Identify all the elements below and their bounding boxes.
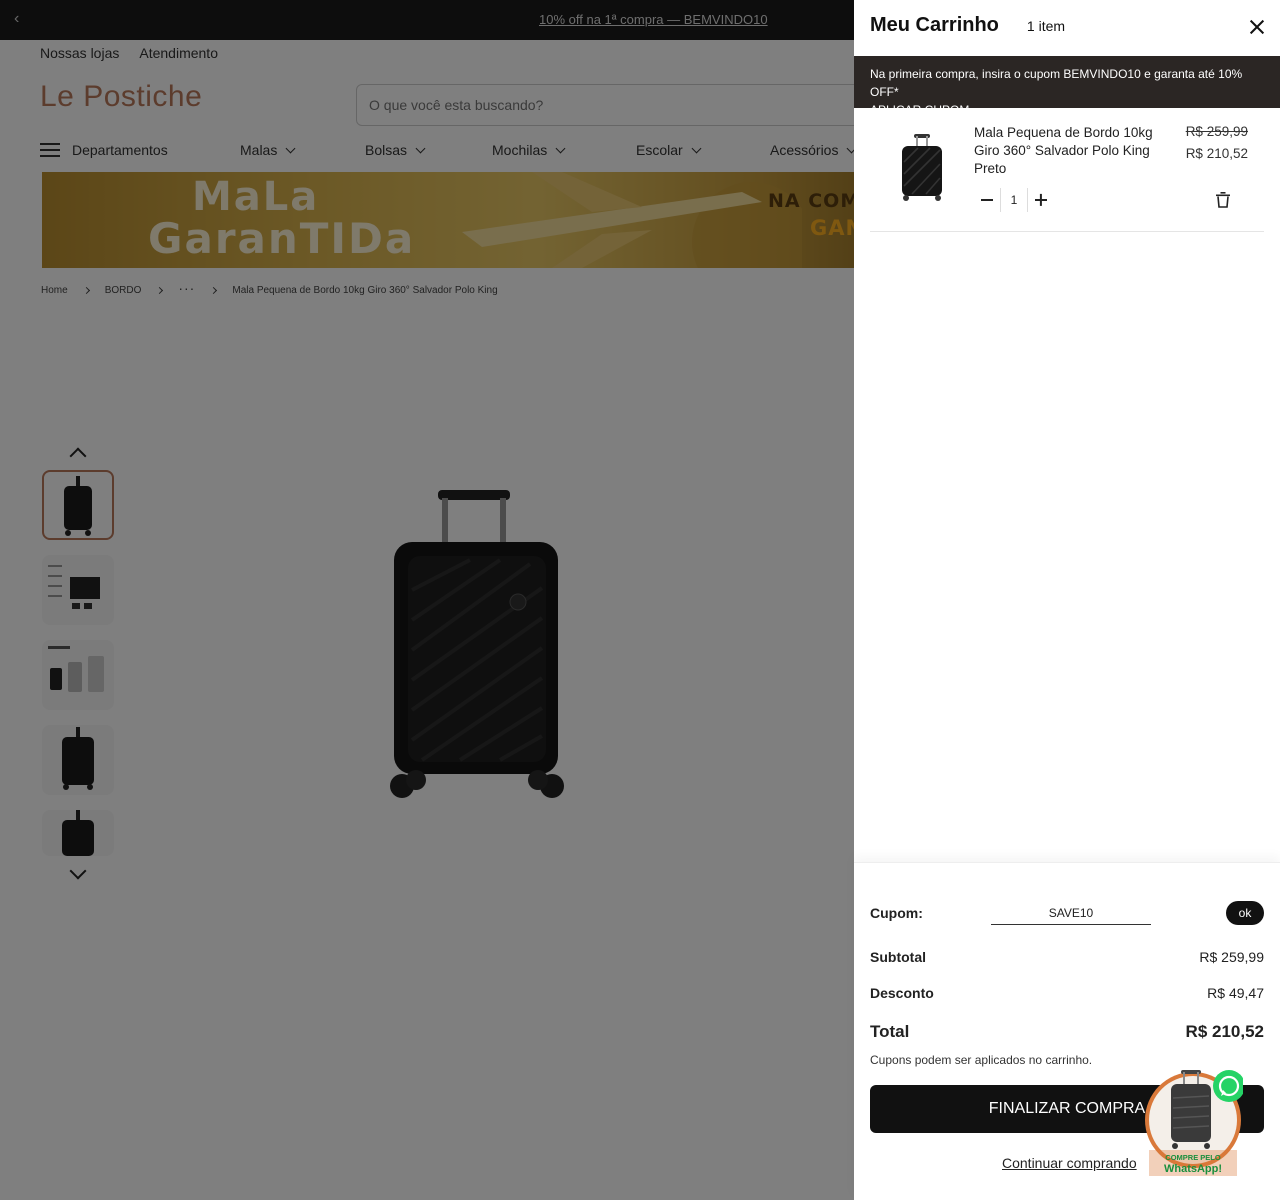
cart-item-old-price: R$ 259,99 (1185, 124, 1248, 139)
quantity-value[interactable]: 1 (1000, 188, 1028, 212)
cart-item-price: R$ 210,52 (1185, 146, 1248, 161)
whatsapp-line-2: WhatsApp! (1164, 1163, 1222, 1175)
close-icon[interactable] (1248, 18, 1266, 36)
discount-label: Desconto (870, 985, 934, 1001)
whatsapp-line-1: COMPRE PELO (1165, 1153, 1221, 1162)
subtotal-label: Subtotal (870, 949, 926, 965)
minus-icon[interactable] (974, 188, 1000, 212)
plus-icon[interactable] (1028, 188, 1054, 212)
page-overlay[interactable] (0, 0, 854, 1200)
cart-drawer: Meu Carrinho 1 item Na primeira compra, … (854, 0, 1280, 1200)
coupon-notice: Na primeira compra, insira o cupom BEMVI… (854, 56, 1280, 117)
cart-item-image[interactable] (888, 132, 956, 202)
continue-shopping-link[interactable]: Continuar comprando (1002, 1155, 1137, 1171)
cart-item: Mala Pequena de Bordo 10kg Giro 360° Sal… (870, 110, 1264, 232)
subtotal-value: R$ 259,99 (1199, 949, 1264, 965)
trash-icon[interactable] (1216, 192, 1230, 208)
cart-header: Meu Carrinho 1 item (870, 14, 1065, 37)
total-value: R$ 210,52 (1185, 1022, 1264, 1041)
coupon-notice-text: Na primeira compra, insira o cupom BEMVI… (870, 67, 1243, 99)
cart-title: Meu Carrinho (870, 14, 999, 36)
total-label: Total (870, 1022, 910, 1041)
cart-item-count: 1 item (1026, 18, 1066, 34)
quantity-stepper: 1 (974, 188, 1054, 212)
coupon-label: Cupom: (870, 905, 923, 921)
discount-value: R$ 49,47 (1207, 985, 1264, 1001)
coupon-hint: Cupons podem ser aplicados no carrinho. (870, 1053, 1093, 1067)
cart-item-name[interactable]: Mala Pequena de Bordo 10kg Giro 360° Sal… (974, 124, 1164, 178)
apply-coupon-button[interactable]: ok (1226, 901, 1264, 925)
whatsapp-widget[interactable]: COMPRE PELO WhatsApp! (1143, 1068, 1243, 1178)
coupon-input[interactable] (991, 901, 1151, 925)
